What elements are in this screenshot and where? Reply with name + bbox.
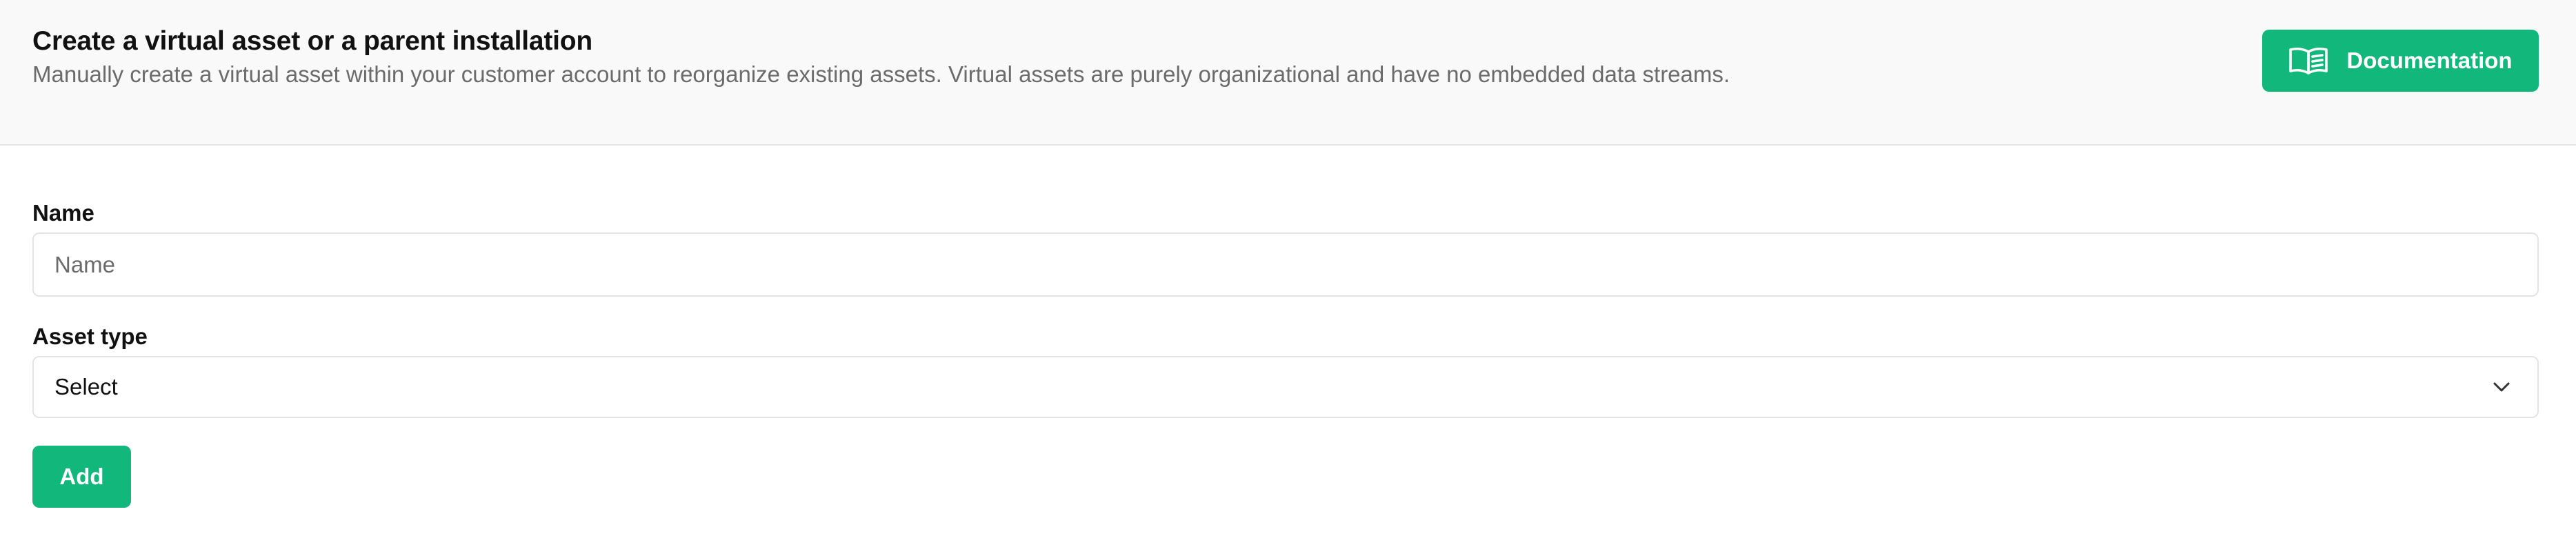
asset-type-select[interactable]: Select (32, 356, 2539, 418)
add-button[interactable]: Add (32, 446, 131, 508)
asset-type-label: Asset type (32, 324, 148, 349)
asset-type-selected-value: Select (54, 374, 118, 399)
name-input[interactable] (32, 232, 2539, 297)
page-title: Create a virtual asset or a parent insta… (32, 26, 593, 56)
documentation-button-label: Documentation (2346, 48, 2513, 73)
page-description: Manually create a virtual asset within y… (32, 61, 1730, 87)
documentation-button[interactable]: Documentation (2262, 30, 2539, 92)
name-label: Name (32, 200, 94, 226)
chevron-down-icon (2492, 381, 2517, 393)
book-open-icon (2288, 46, 2328, 75)
page-header: Create a virtual asset or a parent insta… (0, 0, 2576, 146)
